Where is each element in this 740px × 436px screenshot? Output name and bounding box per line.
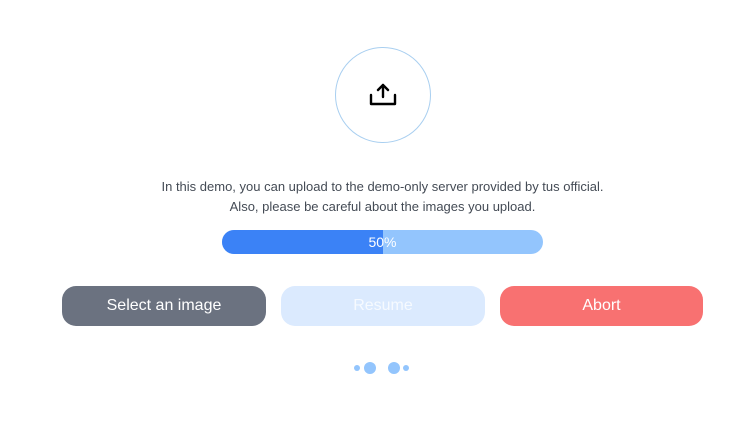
- resume-button[interactable]: Resume: [281, 286, 485, 326]
- loading-dots-icon: [350, 358, 414, 378]
- abort-button[interactable]: Abort: [500, 286, 703, 326]
- loader-dot: [354, 365, 360, 371]
- upload-progress-bar: 50%: [222, 230, 543, 254]
- upload-button[interactable]: [335, 47, 431, 143]
- loader-dot: [364, 362, 376, 374]
- select-image-button[interactable]: Select an image: [62, 286, 266, 326]
- description: In this demo, you can upload to the demo…: [0, 177, 740, 217]
- description-line-1: In this demo, you can upload to the demo…: [161, 179, 604, 194]
- loader-dot: [388, 362, 400, 374]
- loader-dot: [403, 365, 409, 371]
- progress-label: 50%: [368, 234, 397, 250]
- upload-icon: [369, 83, 397, 106]
- description-line-2: Also, please be careful about the images…: [229, 199, 536, 214]
